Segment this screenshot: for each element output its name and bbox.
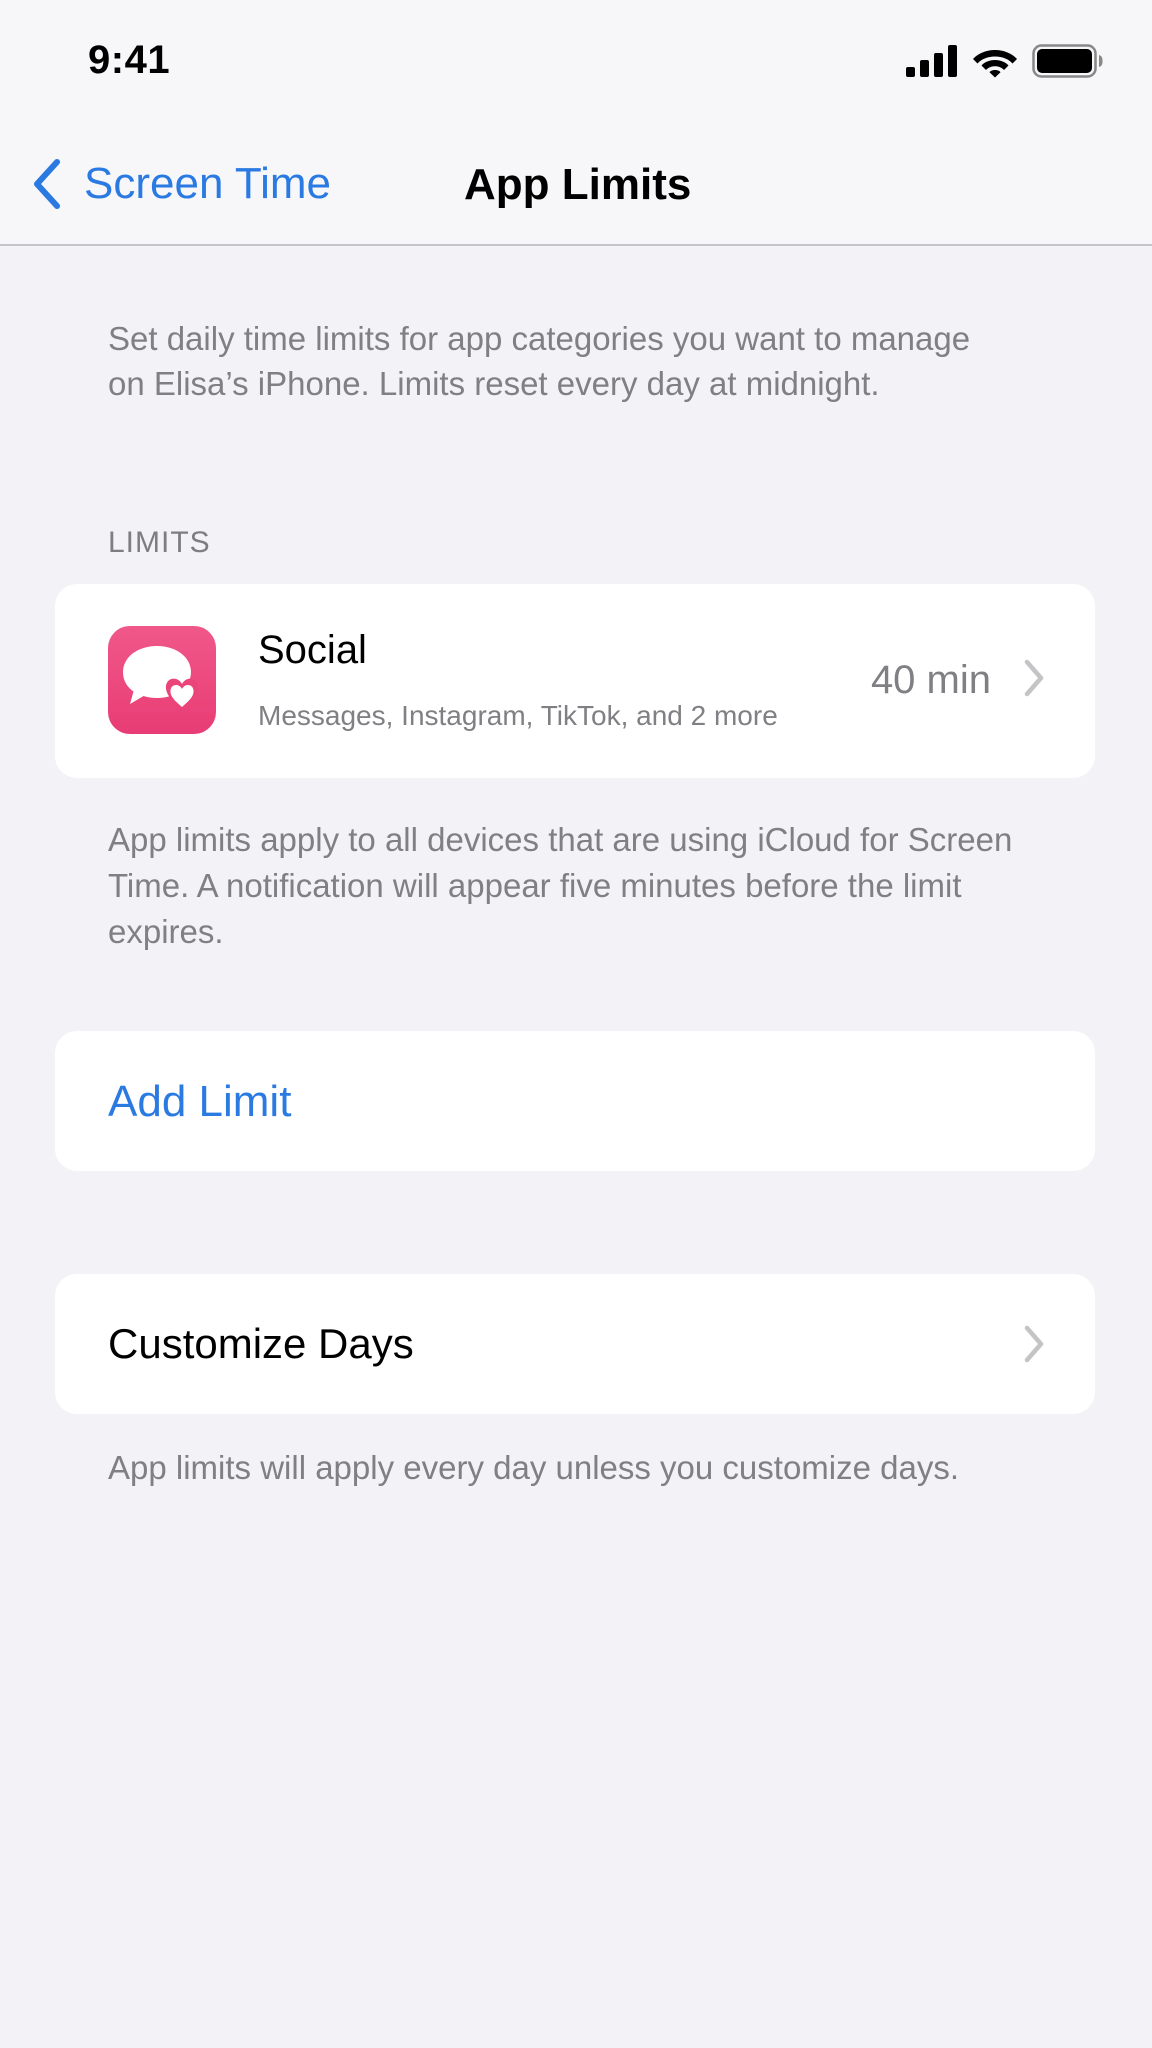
customize-days-row[interactable]: Customize Days	[55, 1274, 1095, 1414]
limit-duration: 40 min	[870, 658, 991, 702]
limit-row-social[interactable]: Social Messages, Instagram, TikTok, and …	[55, 584, 1095, 778]
add-limit-button[interactable]: Add Limit	[108, 1077, 291, 1127]
status-bar: 9:41	[0, 0, 1152, 120]
limit-apps-subtitle: Messages, Instagram, TikTok, and 2 more	[258, 700, 778, 731]
limits-section-header: LIMITS	[108, 526, 211, 559]
cellular-signal-icon	[906, 45, 957, 77]
back-button[interactable]: Screen Time	[32, 158, 331, 210]
wifi-icon	[973, 50, 1017, 78]
chevron-left-icon	[34, 159, 60, 209]
page-title: App Limits	[464, 160, 692, 209]
battery-icon	[1032, 44, 1103, 78]
customize-days-footer-note: App limits will apply every day unless y…	[108, 1449, 960, 1486]
customize-days-label: Customize Days	[108, 1320, 414, 1367]
add-limit-row[interactable]: Add Limit	[55, 1031, 1095, 1171]
chevron-right-icon	[1024, 659, 1044, 697]
back-button-label: Screen Time	[84, 159, 331, 208]
navigation-bar: Screen Time App Limits	[0, 120, 1152, 246]
chevron-right-icon	[1024, 1325, 1044, 1363]
status-icons	[906, 44, 1104, 78]
limit-title: Social	[258, 628, 367, 672]
social-chat-heart-icon	[108, 626, 216, 734]
limits-footer-note: App limits apply to all devices that are…	[108, 821, 1013, 950]
status-time: 9:41	[88, 38, 171, 82]
intro-description: Set daily time limits for app categories…	[108, 320, 971, 402]
